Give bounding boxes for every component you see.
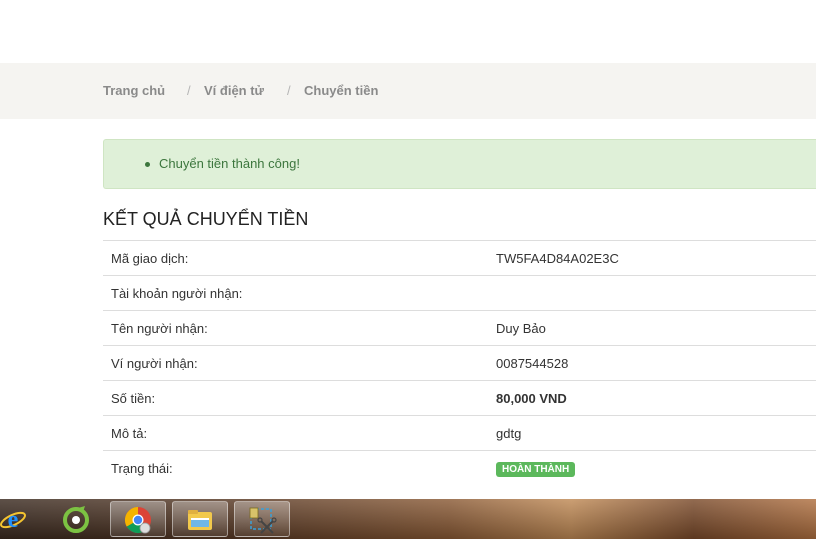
folder-icon	[188, 510, 212, 530]
chrome-icon	[124, 506, 151, 534]
breadcrumb-home[interactable]: Trang chủ	[103, 83, 165, 98]
success-alert: Chuyển tiền thành công!	[103, 139, 816, 189]
snipping-tool-icon	[249, 507, 277, 534]
row-label: Trạng thái:	[103, 450, 492, 485]
breadcrumb-transfer: Chuyển tiền	[304, 83, 379, 98]
transfer-result-table: Mã giao dịch: TW5FA4D84A02E3C Tài khoản …	[103, 240, 816, 485]
file-explorer-button[interactable]	[172, 501, 228, 537]
status-badge: HOÀN THÀNH	[496, 461, 576, 477]
table-row: Số tiền: 80,000 VND	[103, 380, 816, 416]
internet-explorer-button[interactable]: e	[0, 501, 42, 537]
alert-message: Chuyển tiền thành công!	[159, 156, 300, 171]
transaction-id-value: TW5FA4D84A02E3C	[492, 240, 816, 276]
breadcrumb-separator: /	[287, 83, 291, 98]
taskbar: e	[0, 499, 816, 539]
row-label: Ví người nhận:	[103, 345, 492, 381]
svg-text:e: e	[8, 507, 19, 533]
row-label: Mã giao dịch:	[103, 240, 492, 276]
row-label: Tên người nhận:	[103, 310, 492, 346]
description-value: gdtg	[492, 415, 816, 451]
internet-explorer-icon: e	[0, 507, 26, 533]
amount-value: 80,000 VND	[492, 380, 816, 416]
breadcrumb: Trang chủ / Ví điện tử / Chuyển tiền	[0, 63, 816, 119]
table-row: Mô tả: gdtg	[103, 415, 816, 451]
bullet-icon	[145, 162, 150, 167]
table-row: Trạng thái: HOÀN THÀNH	[103, 450, 816, 485]
recipient-account-value	[492, 275, 816, 311]
coccoc-browser-button[interactable]	[49, 501, 105, 537]
snipping-tool-button[interactable]	[234, 501, 290, 537]
breadcrumb-separator: /	[187, 83, 191, 98]
row-label: Mô tả:	[103, 415, 492, 451]
row-label: Số tiền:	[103, 380, 492, 416]
page-title: KẾT QUẢ CHUYỂN TIỀN	[103, 209, 309, 229]
recipient-wallet-value: 0087544528	[492, 345, 816, 381]
table-row: Tên người nhận: Duy Bảo	[103, 310, 816, 346]
breadcrumb-wallet[interactable]: Ví điện tử	[204, 83, 264, 98]
row-label: Tài khoản người nhận:	[103, 275, 492, 311]
coccoc-browser-icon	[63, 506, 89, 533]
table-row: Mã giao dịch: TW5FA4D84A02E3C	[103, 240, 816, 276]
chrome-button[interactable]	[110, 501, 166, 537]
table-row: Tài khoản người nhận:	[103, 275, 816, 311]
recipient-name-value: Duy Bảo	[492, 310, 816, 346]
table-row: Ví người nhận: 0087544528	[103, 345, 816, 381]
